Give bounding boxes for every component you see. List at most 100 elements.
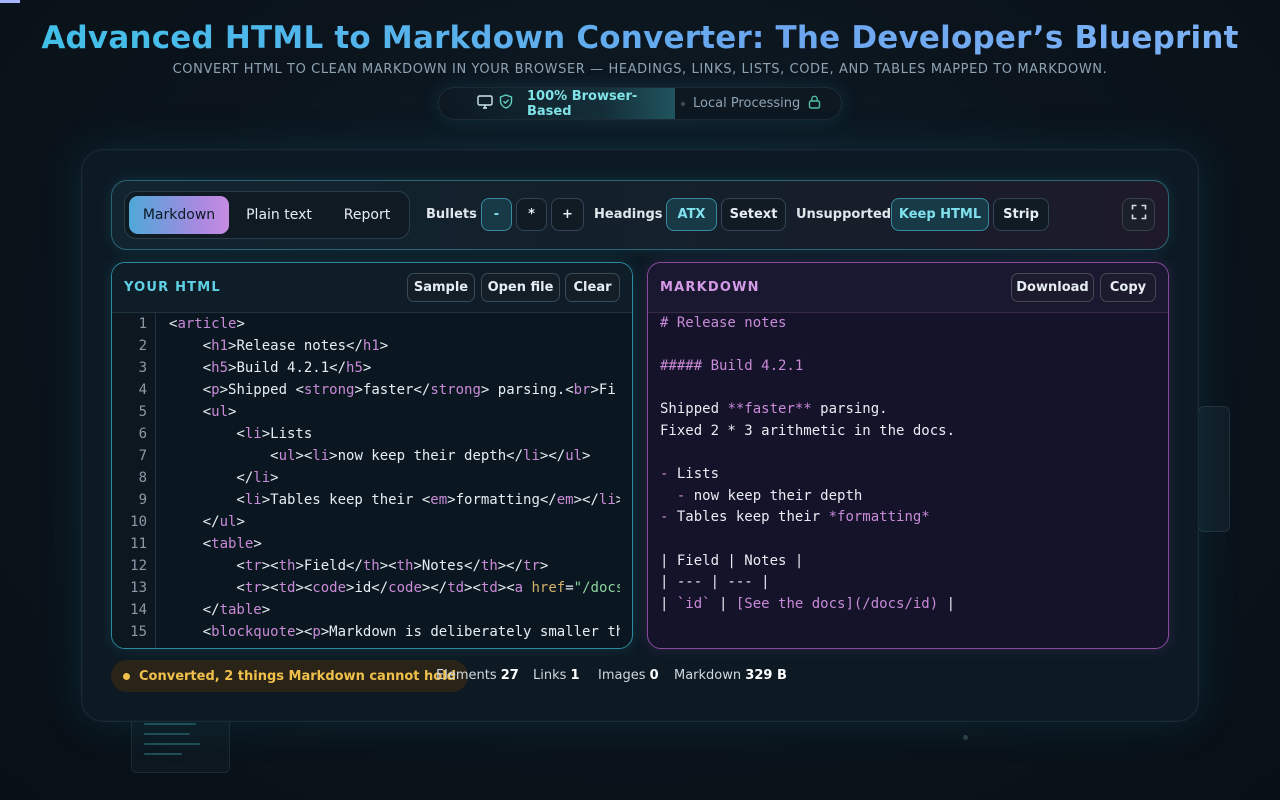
page-subtitle: CONVERT HTML TO CLEAN MARKDOWN IN YOUR B… — [172, 62, 1108, 77]
markdown-line — [660, 529, 1156, 551]
headings-label: Headings — [594, 207, 663, 222]
line-number-gutter: 1 2 3 4 5 6 7 8 9 10 11 12 13 14 15 — [112, 313, 156, 648]
open-file-button[interactable]: Open file — [481, 273, 560, 302]
stat-markdown-value: 329 B — [745, 668, 787, 683]
stat-elements-value: 27 — [500, 668, 519, 683]
markdown-panel-title: MARKDOWN — [660, 280, 760, 295]
copy-button[interactable]: Copy — [1100, 273, 1156, 302]
line-number: 3 — [138, 360, 147, 376]
line-number: 5 — [138, 404, 147, 420]
code-line: <table> — [169, 536, 262, 552]
code-line: <article> — [169, 316, 245, 332]
stat-images: Images 0 — [598, 668, 659, 683]
bullets-label: Bullets — [426, 207, 477, 222]
fullscreen-button[interactable] — [1122, 198, 1155, 231]
line-number: 10 — [130, 514, 147, 530]
markdown-line: ##### Build 4.2.1 — [660, 358, 804, 375]
stat-images-value: 0 — [649, 668, 659, 683]
strip-button[interactable]: Strip — [993, 198, 1049, 231]
line-number: 8 — [138, 470, 147, 486]
code-line: <li>Lists — [169, 426, 313, 442]
mode-plain-text-button[interactable]: Plain text — [236, 196, 322, 234]
heading-setext-button[interactable]: Setext — [721, 198, 786, 231]
stat-links-value: 1 — [570, 668, 580, 683]
line-number: 13 — [130, 580, 147, 596]
unsupported-label: Unsupported — [796, 207, 892, 222]
markdown-line — [660, 378, 1156, 400]
line-number: 1 — [138, 316, 147, 332]
markdown-line — [660, 443, 1156, 465]
markdown-output-panel: MARKDOWN Download Copy # Release notes #… — [647, 262, 1169, 649]
bullet-dash-button[interactable]: - — [481, 198, 512, 231]
code-line: </li> — [169, 470, 279, 486]
markdown-line: # Release notes — [660, 315, 787, 331]
code-line: </table> — [169, 602, 271, 618]
fullscreen-icon — [1131, 204, 1147, 225]
code-line: <p>Shipped <strong>faster</strong> parsi… — [169, 382, 616, 398]
status-badge: Converted, 2 things Markdown cannot hold — [111, 660, 468, 692]
stat-markdown-label: Markdown — [674, 668, 742, 683]
sample-button[interactable]: Sample — [407, 273, 475, 302]
line-number: 2 — [138, 338, 147, 354]
lock-icon — [808, 95, 821, 113]
page-title: Advanced HTML to Markdown Converter: The… — [0, 20, 1280, 56]
html-panel-header: YOUR HTML Sample Open file Clear — [112, 263, 632, 313]
line-number: 4 — [138, 382, 147, 398]
bullet-asterisk-button[interactable]: * — [516, 198, 547, 231]
badge-separator — [681, 101, 685, 106]
markdown-line — [660, 335, 1156, 357]
line-number: 6 — [138, 426, 147, 442]
code-line: <tr><td><code>id</code></td><td><a href=… — [169, 580, 620, 596]
code-line: </ul> — [169, 514, 245, 530]
line-number: 9 — [138, 492, 147, 508]
markdown-line: Fixed 2 * 3 arithmetic in the docs. — [660, 422, 956, 439]
code-line: <h1>Release notes</h1> — [169, 338, 389, 354]
mode-markdown-button[interactable]: Markdown — [129, 196, 229, 234]
download-button[interactable]: Download — [1011, 273, 1094, 302]
code-line: <h5>Build 4.2.1</h5> — [169, 360, 372, 376]
code-line: <tr><th>Field</th><th>Notes</th></tr> — [169, 558, 549, 574]
top-accent — [0, 0, 20, 3]
html-input-panel: YOUR HTML Sample Open file Clear 1234567… — [111, 262, 633, 649]
markdown-line: | `id` | [See the docs](/docs/id) | — [660, 595, 956, 612]
html-panel-title: YOUR HTML — [124, 280, 221, 295]
markdown-line: Shipped **faster** parsing. — [660, 401, 888, 418]
markdown-line: - Lists — [660, 466, 720, 483]
monitor-icon — [477, 94, 493, 113]
stat-elements: Elements 27 — [436, 668, 519, 683]
code-line: <ul> — [169, 404, 237, 420]
markdown-output[interactable]: # Release notes ##### Build 4.2.1 Shippe… — [660, 313, 1156, 648]
decorative-dot — [963, 735, 968, 740]
line-number: 7 — [138, 448, 147, 464]
stat-links-label: Links — [533, 668, 567, 683]
code-line: <blockquote><p>Markdown is deliberately … — [169, 624, 620, 640]
decorative-panel — [1198, 406, 1230, 532]
line-number: 15 — [130, 624, 147, 640]
badge-primary: 100% Browser-Based — [439, 88, 675, 119]
shield-check-icon — [499, 94, 513, 113]
heading-atx-button[interactable]: ATX — [666, 198, 717, 231]
markdown-panel-header: MARKDOWN Download Copy — [648, 263, 1168, 313]
line-number: 11 — [130, 536, 147, 552]
markdown-line: - Tables keep their *formatting* — [660, 509, 930, 526]
markdown-line: | Field | Notes | — [660, 552, 804, 569]
code-line: <li>Tables keep their <em>formatting</em… — [169, 492, 620, 508]
stat-images-label: Images — [598, 668, 646, 683]
bullet-plus-button[interactable]: + — [551, 198, 584, 231]
markdown-line: - now keep their depth — [676, 487, 863, 504]
badge-secondary-label: Local Processing — [693, 96, 801, 111]
keep-html-button[interactable]: Keep HTML — [891, 198, 989, 231]
clear-button[interactable]: Clear — [565, 273, 620, 302]
status-message: Converted, 2 things Markdown cannot hold — [139, 668, 456, 684]
status-dot — [123, 672, 130, 680]
mode-report-button[interactable]: Report — [330, 196, 404, 234]
stat-links: Links 1 — [533, 668, 580, 683]
markdown-line: | --- | --- | — [660, 574, 770, 591]
code-line: <ul><li>now keep their depth</li></ul> — [169, 448, 591, 464]
line-number: 12 — [130, 558, 147, 574]
privacy-badge: 100% Browser-Based Local Processing — [438, 87, 842, 120]
badge-secondary: Local Processing — [693, 95, 821, 113]
stat-markdown-size: Markdown 329 B — [674, 668, 787, 683]
html-editor[interactable]: <article> <h1>Release notes</h1> <h5>Bui… — [169, 313, 620, 648]
badge-primary-label: 100% Browser-Based — [527, 88, 638, 119]
